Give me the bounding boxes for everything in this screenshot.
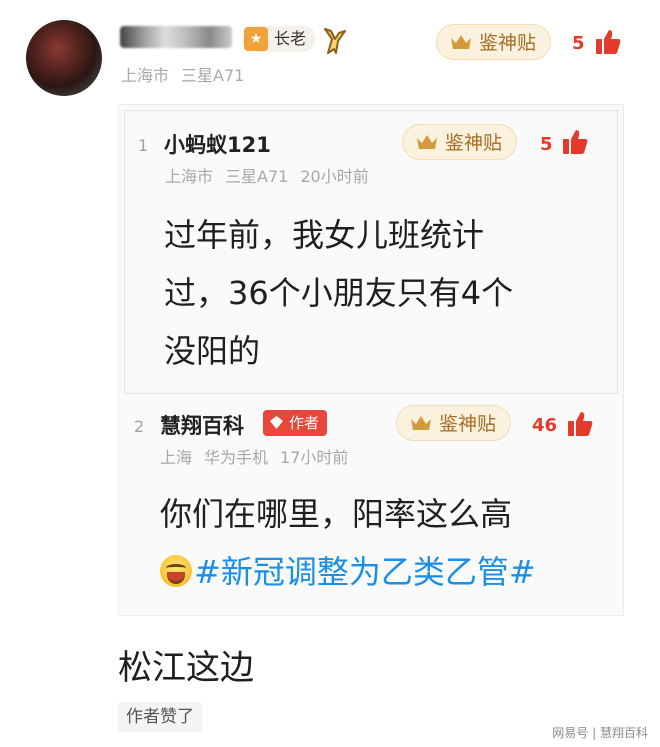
- hashtag-link[interactable]: #新冠调整为乙类乙管#: [194, 553, 536, 591]
- reply-text: 松江这边: [118, 648, 254, 688]
- comment-2-meta: 上海 华为手机 17小时前: [160, 444, 360, 468]
- author-tag: 作者: [263, 410, 328, 436]
- watermark-account: 慧翔百科: [599, 726, 648, 740]
- header-god-button[interactable]: 鉴神贴: [436, 24, 552, 60]
- header-meta: 上海市 三星A71: [121, 62, 256, 86]
- comment-1-device: 三星A71: [225, 167, 289, 186]
- comment-2-username[interactable]: 慧翔百科: [160, 410, 244, 440]
- crown-icon: [417, 135, 437, 149]
- thumbs-up-icon[interactable]: [594, 28, 622, 56]
- author-liked-badge: 作者赞了: [118, 702, 202, 732]
- comment-2-content: 你们在哪里，阳率这么高 #新冠调整为乙类乙管#: [160, 485, 536, 601]
- comment-1-god-button[interactable]: 鉴神贴: [402, 124, 518, 160]
- comment-2-like-count: 46: [532, 415, 558, 436]
- crown-icon: [411, 416, 431, 430]
- comment-2-index: 2: [134, 417, 145, 436]
- comment-1-index: 1: [138, 136, 149, 155]
- thumbs-up-icon[interactable]: [566, 410, 594, 438]
- comment-2-line: 你们在哪里，阳率这么高: [160, 495, 513, 533]
- medal-icon: [324, 28, 346, 54]
- comment-1-line: 过，36个小朋友只有4个: [164, 274, 514, 312]
- thumbs-up-icon[interactable]: [561, 128, 589, 156]
- header-god-label: 鉴神贴: [479, 32, 537, 54]
- watermark: 网易号 | 慧翔百科: [552, 726, 648, 740]
- author-tag-label: 作者: [289, 414, 320, 432]
- comment-1-line: 过年前，我女儿班统计: [164, 216, 485, 254]
- comment-2-hashtag-line: #新冠调整为乙类乙管#: [160, 543, 536, 601]
- comment-2-time: 17小时前: [280, 448, 349, 467]
- blurred-username[interactable]: [120, 26, 232, 48]
- header-like-count: 5: [572, 33, 585, 54]
- avatar[interactable]: [26, 20, 102, 96]
- comment-2-device: 华为手机: [204, 448, 269, 467]
- comment-1-god-label: 鉴神贴: [445, 132, 503, 154]
- diamond-icon: [270, 416, 283, 429]
- header-device: 三星A71: [181, 66, 245, 85]
- level-badge-label: 长老: [274, 29, 307, 48]
- comment-1-content: 过年前，我女儿班统计 过，36个小朋友只有4个 没阳的: [164, 206, 513, 380]
- crown-icon: [451, 35, 471, 49]
- comment-1-location: 上海市: [165, 167, 214, 186]
- header-location: 上海市: [121, 66, 170, 85]
- comment-1-time: 20小时前: [300, 167, 369, 186]
- watermark-site: 网易号: [552, 726, 589, 740]
- grinning-emoji-icon: [160, 555, 192, 587]
- comment-1-username[interactable]: 小蚂蚁121: [164, 129, 271, 159]
- level-badge: ★ 长老: [242, 26, 317, 52]
- comment-2-god-label: 鉴神贴: [439, 413, 497, 435]
- level-star-icon: ★: [244, 27, 268, 51]
- comment-1-meta: 上海市 三星A71 20小时前: [165, 163, 381, 187]
- comment-2-god-button[interactable]: 鉴神贴: [396, 405, 512, 441]
- comment-1-line: 没阳的: [164, 332, 261, 370]
- comment-1-like-count: 5: [540, 134, 553, 155]
- comment-2-location: 上海: [160, 448, 193, 467]
